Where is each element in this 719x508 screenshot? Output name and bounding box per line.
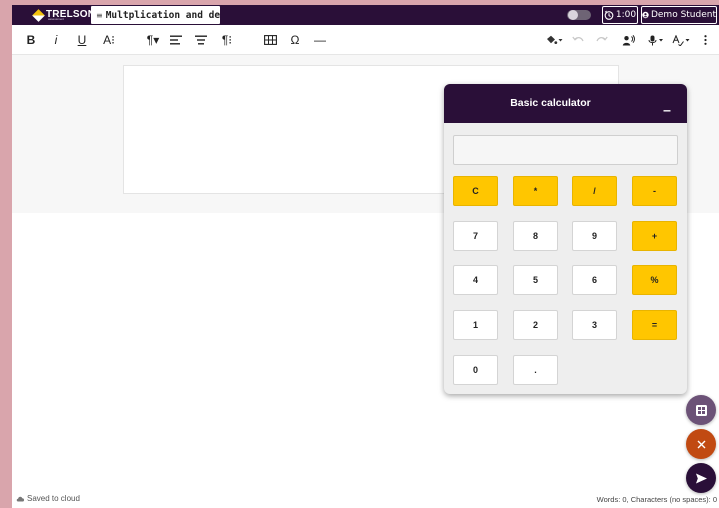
redo-icon <box>596 36 608 42</box>
key-5[interactable]: 5 <box>513 265 558 295</box>
calculator-title: Basic calculator <box>510 97 591 109</box>
key-6[interactable]: 6 <box>572 265 617 295</box>
key-1[interactable]: 1 <box>453 310 498 340</box>
document-title: Multplication and de… <box>105 9 220 21</box>
undo-icon <box>572 36 584 42</box>
timer-value: 1:00 <box>615 10 637 20</box>
timer: 1:00 <box>602 6 638 24</box>
close-fab[interactable] <box>686 429 716 459</box>
special-character-button[interactable]: Ω <box>288 32 302 48</box>
logo-mark-icon <box>32 8 45 22</box>
table-icon <box>263 35 277 45</box>
paragraph-format-button[interactable]: ¶▾ <box>142 32 164 48</box>
top-bar: TRELSON assessment ≡ Multplication and d… <box>12 5 719 25</box>
calculator-header[interactable]: Basic calculator _ <box>444 84 687 123</box>
italic-button[interactable]: i <box>50 32 62 48</box>
save-status-text: Saved to cloud <box>27 494 80 503</box>
word-count: Words: 0, Characters (no spaces): 0 <box>596 495 717 504</box>
key-add[interactable]: + <box>632 221 677 251</box>
microphone-icon <box>648 35 663 45</box>
key-4[interactable]: 4 <box>453 265 498 295</box>
toggle-knob <box>568 10 578 20</box>
horizontal-line-button[interactable]: — <box>312 32 328 48</box>
undo-button[interactable] <box>570 32 586 48</box>
paint-bucket-icon <box>547 35 563 44</box>
underline-button[interactable]: U <box>75 32 89 48</box>
key-equals[interactable]: = <box>632 310 677 340</box>
insert-table-button[interactable] <box>262 32 278 48</box>
dictation-button[interactable] <box>647 32 665 48</box>
key-9[interactable]: 9 <box>572 221 617 251</box>
more-options-button[interactable] <box>700 32 710 48</box>
speaker-person-icon <box>622 34 635 45</box>
spellcheck-icon <box>672 34 690 46</box>
save-status: Saved to cloud <box>16 494 80 503</box>
align-left-icon <box>170 35 182 45</box>
close-icon <box>697 440 705 448</box>
user-menu[interactable]: Demo Student <box>641 6 717 24</box>
app-frame: TRELSON assessment ≡ Multplication and d… <box>12 5 719 508</box>
document-tab[interactable]: ≡ Multplication and de… <box>91 6 220 24</box>
logo: TRELSON <box>32 7 95 23</box>
paragraph-marks-button[interactable]: ¶⁝ <box>218 32 236 48</box>
key-3[interactable]: 3 <box>572 310 617 340</box>
key-percent[interactable]: % <box>632 265 677 295</box>
align-center-button[interactable] <box>193 32 209 48</box>
calculator-grid-icon <box>695 404 707 416</box>
basic-calculator: Basic calculator _ C * / - 7 8 9 + 4 5 6… <box>444 84 687 394</box>
key-7[interactable]: 7 <box>453 221 498 251</box>
key-decimal[interactable]: . <box>513 355 558 385</box>
vertical-dots-icon <box>703 35 707 45</box>
font-size-button[interactable]: A⁝ <box>100 32 118 48</box>
key-multiply[interactable]: * <box>513 176 558 206</box>
calculator-display[interactable] <box>453 135 678 165</box>
tools-fab[interactable] <box>686 395 716 425</box>
text-to-speech-button[interactable] <box>620 32 636 48</box>
redo-button[interactable] <box>594 32 610 48</box>
bold-button[interactable]: B <box>24 32 38 48</box>
align-left-button[interactable] <box>168 32 184 48</box>
key-8[interactable]: 8 <box>513 221 558 251</box>
text-color-button[interactable] <box>544 32 564 48</box>
stopwatch-icon <box>604 10 614 20</box>
minimize-button[interactable]: _ <box>659 96 675 112</box>
document-lines-icon: ≡ <box>96 10 103 20</box>
key-subtract[interactable]: - <box>632 176 677 206</box>
key-clear[interactable]: C <box>453 176 498 206</box>
user-avatar-icon <box>642 11 649 19</box>
key-0[interactable]: 0 <box>453 355 498 385</box>
user-name: Demo Student <box>650 10 716 20</box>
key-2[interactable]: 2 <box>513 310 558 340</box>
align-center-icon <box>195 35 207 45</box>
key-divide[interactable]: / <box>572 176 617 206</box>
submit-fab[interactable] <box>686 463 716 493</box>
cloud-icon <box>16 496 25 502</box>
spellcheck-button[interactable] <box>671 32 691 48</box>
logo-subtitle: assessment <box>48 17 65 21</box>
editor-toolbar: B i U A⁝ ¶▾ ¶⁝ Ω — <box>12 25 719 55</box>
theme-toggle[interactable] <box>567 10 591 20</box>
send-icon <box>695 473 707 483</box>
